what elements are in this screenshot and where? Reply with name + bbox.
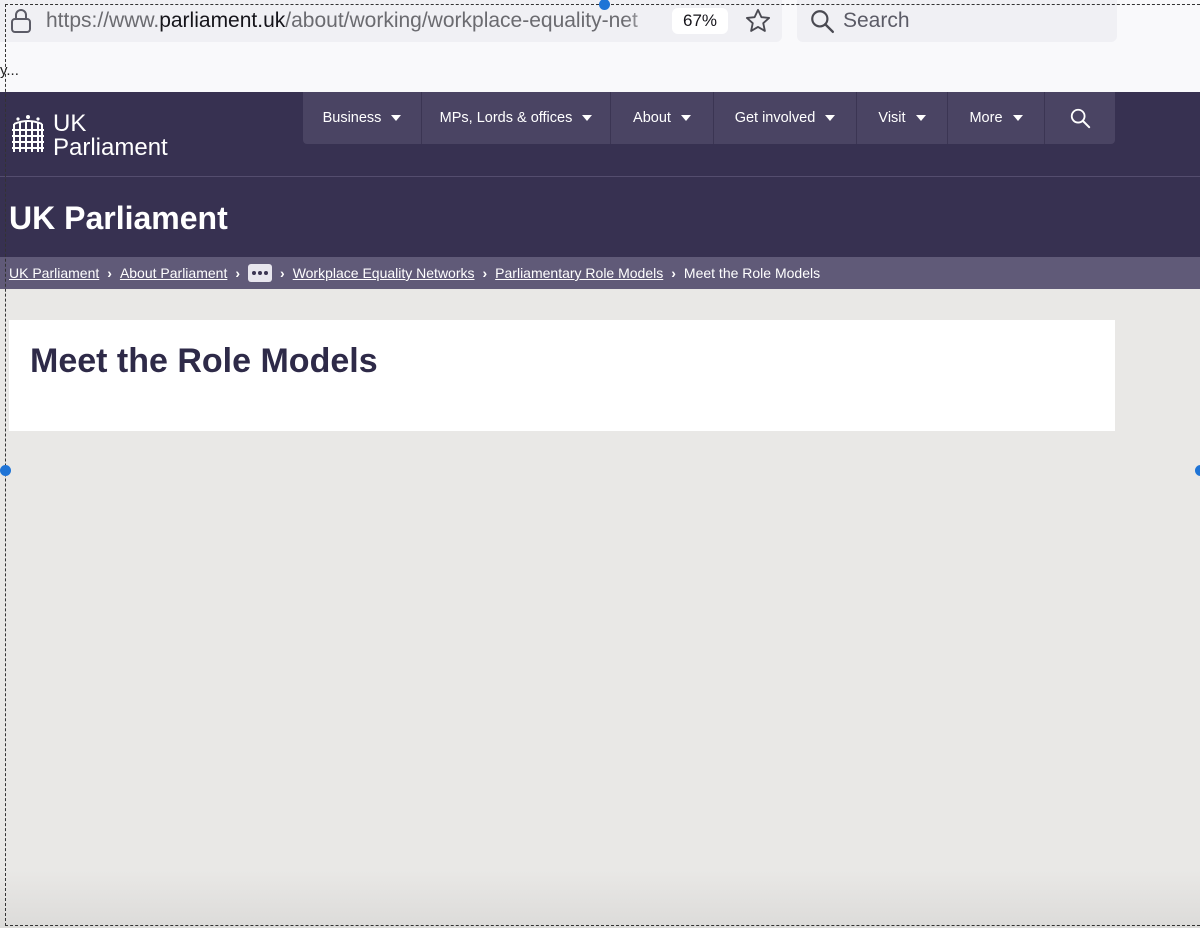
search-icon — [811, 10, 835, 34]
nav-visit-label: Visit — [878, 110, 906, 126]
address-bar[interactable]: https://www.parliament.uk/about/working/… — [0, 0, 782, 42]
breadcrumb-workplace-equality-networks[interactable]: Workplace Equality Networks — [293, 265, 475, 281]
chevron-right-icon: › — [671, 265, 676, 281]
nav-business-label: Business — [322, 110, 382, 126]
logo-line-parliament: Parliament — [53, 134, 168, 161]
logo-line-uk: UK — [53, 110, 87, 137]
nav-search-button[interactable] — [1045, 92, 1115, 144]
nav-visit[interactable]: Visit — [857, 92, 948, 144]
search-icon — [1070, 108, 1091, 129]
uk-parliament-logo[interactable]: UK Parliament — [10, 112, 180, 160]
chevron-right-icon: › — [107, 265, 112, 281]
breadcrumb-about-parliament[interactable]: About Parliament — [120, 265, 227, 281]
nav-about-label: About — [633, 110, 671, 126]
bookmark-star-icon[interactable] — [744, 7, 772, 35]
dot — [252, 271, 257, 275]
portcullis-icon — [12, 115, 44, 152]
url-text[interactable]: https://www.parliament.uk/about/working/… — [46, 8, 664, 34]
breadcrumb-uk-parliament[interactable]: UK Parliament — [9, 265, 99, 281]
caret-down-icon — [1012, 115, 1023, 121]
caret-down-icon — [680, 115, 691, 121]
selection-handle-right[interactable] — [1195, 465, 1200, 476]
nav-mps-label: MPs, Lords & offices — [439, 110, 573, 126]
site-title: UK Parliament — [9, 200, 228, 236]
nav-business[interactable]: Business — [303, 92, 422, 144]
nav-about[interactable]: About — [611, 92, 714, 144]
main-nav: Business MPs, Lords & offices About Get … — [303, 92, 1115, 144]
page-title: Meet the Role Models — [30, 342, 378, 380]
breadcrumb-parliamentary-role-models[interactable]: Parliamentary Role Models — [495, 265, 663, 281]
url-host: parliament.uk — [159, 9, 286, 32]
breadcrumb-expand-button[interactable] — [248, 264, 273, 282]
chevron-right-icon: › — [280, 265, 285, 281]
chevron-right-icon: › — [235, 265, 241, 281]
nav-get-involved[interactable]: Get involved — [714, 92, 857, 144]
caret-down-icon — [825, 115, 836, 121]
lock-icon[interactable] — [10, 8, 32, 34]
browser-toolbar: https://www.parliament.uk/about/working/… — [0, 0, 1200, 92]
nav-more[interactable]: More — [948, 92, 1045, 144]
truncated-text: y... — [0, 62, 19, 79]
site-header: UK Parliament Business MPs, Lords & offi… — [0, 92, 1200, 257]
url-path: /about/working/workplace-equality-net — [285, 9, 638, 32]
header-divider — [0, 176, 1200, 177]
nav-mps-lords-offices[interactable]: MPs, Lords & offices — [422, 92, 611, 144]
dot — [264, 271, 269, 275]
dot — [258, 271, 263, 275]
breadcrumb: UK Parliament › About Parliament › › Wor… — [0, 257, 1200, 289]
url-fade — [624, 6, 668, 36]
nav-more-label: More — [969, 110, 1003, 126]
caret-down-icon — [915, 115, 926, 121]
caret-down-icon — [391, 115, 402, 121]
caret-down-icon — [582, 115, 593, 121]
breadcrumb-current: Meet the Role Models — [683, 265, 821, 281]
search-placeholder: Search — [843, 9, 910, 32]
browser-search-bar[interactable]: Search — [797, 0, 1117, 42]
url-prefix: https://www. — [46, 9, 160, 32]
nav-get-involved-label: Get involved — [734, 110, 816, 126]
zoom-level-badge[interactable]: 67% — [672, 8, 728, 34]
page-heading-card: Meet the Role Models — [9, 320, 1115, 431]
chevron-right-icon: › — [482, 265, 488, 281]
selection-handle-left[interactable] — [0, 465, 11, 476]
bottom-shade — [0, 870, 1200, 928]
logo-text: UK Parliament — [53, 112, 168, 160]
